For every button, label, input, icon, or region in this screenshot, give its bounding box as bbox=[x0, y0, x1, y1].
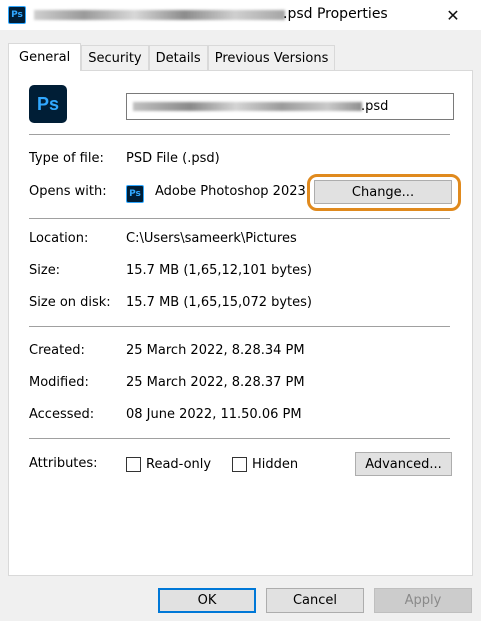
modified-label: Modified: bbox=[29, 375, 89, 390]
location-label: Location: bbox=[29, 231, 89, 246]
divider bbox=[29, 218, 450, 219]
redacted-filename bbox=[133, 102, 362, 111]
apply-button[interactable]: Apply bbox=[374, 588, 472, 613]
divider bbox=[29, 134, 450, 135]
size-on-disk-label: Size on disk: bbox=[29, 295, 111, 310]
redacted-filename bbox=[34, 10, 285, 20]
window-title: .psd Properties bbox=[283, 6, 388, 22]
opens-with-value: Adobe Photoshop 2023 bbox=[155, 184, 306, 199]
ok-button[interactable]: OK bbox=[158, 588, 256, 613]
tab-strip: General Security Details Previous Versio… bbox=[8, 43, 336, 71]
photoshop-file-icon: Ps bbox=[29, 85, 67, 123]
photoshop-icon: Ps bbox=[126, 185, 144, 203]
modified-value: 25 March 2022, 8.28.37 PM bbox=[126, 375, 305, 390]
close-button[interactable]: ✕ bbox=[433, 0, 473, 30]
file-name-input[interactable]: .psd bbox=[126, 93, 454, 120]
accessed-label: Accessed: bbox=[29, 407, 95, 422]
change-button[interactable]: Change... bbox=[314, 180, 452, 204]
read-only-checkbox[interactable] bbox=[126, 457, 141, 472]
tab-details[interactable]: Details bbox=[148, 45, 208, 70]
size-label: Size: bbox=[29, 263, 61, 278]
photoshop-icon: Ps bbox=[8, 6, 26, 24]
tab-general[interactable]: General bbox=[8, 43, 82, 71]
file-extension: .psd bbox=[361, 99, 389, 114]
hidden-checkbox[interactable] bbox=[232, 457, 247, 472]
read-only-label[interactable]: Read-only bbox=[146, 457, 211, 472]
location-value: C:\Users\sameerk\Pictures bbox=[126, 231, 297, 246]
divider bbox=[29, 438, 450, 439]
type-value: PSD File (.psd) bbox=[126, 151, 220, 166]
type-label: Type of file: bbox=[29, 151, 104, 166]
attributes-label: Attributes: bbox=[29, 456, 98, 471]
created-label: Created: bbox=[29, 343, 85, 358]
tab-previous-versions[interactable]: Previous Versions bbox=[207, 45, 336, 70]
accessed-value: 08 June 2022, 11.50.06 PM bbox=[126, 407, 302, 422]
tab-security[interactable]: Security bbox=[81, 45, 149, 70]
created-value: 25 March 2022, 8.28.34 PM bbox=[126, 343, 305, 358]
opens-with-label: Opens with: bbox=[29, 184, 107, 199]
size-value: 15.7 MB (1,65,12,101 bytes) bbox=[126, 263, 312, 278]
advanced-button[interactable]: Advanced... bbox=[355, 452, 452, 476]
general-panel: Ps .psd Type of file: PSD File (.psd) Op… bbox=[8, 70, 473, 576]
size-on-disk-value: 15.7 MB (1,65,15,072 bytes) bbox=[126, 295, 312, 310]
hidden-label[interactable]: Hidden bbox=[252, 457, 298, 472]
title-bar: Ps .psd Properties ✕ bbox=[0, 0, 481, 30]
close-icon: ✕ bbox=[446, 5, 460, 25]
cancel-button[interactable]: Cancel bbox=[266, 588, 364, 613]
divider bbox=[29, 326, 450, 327]
